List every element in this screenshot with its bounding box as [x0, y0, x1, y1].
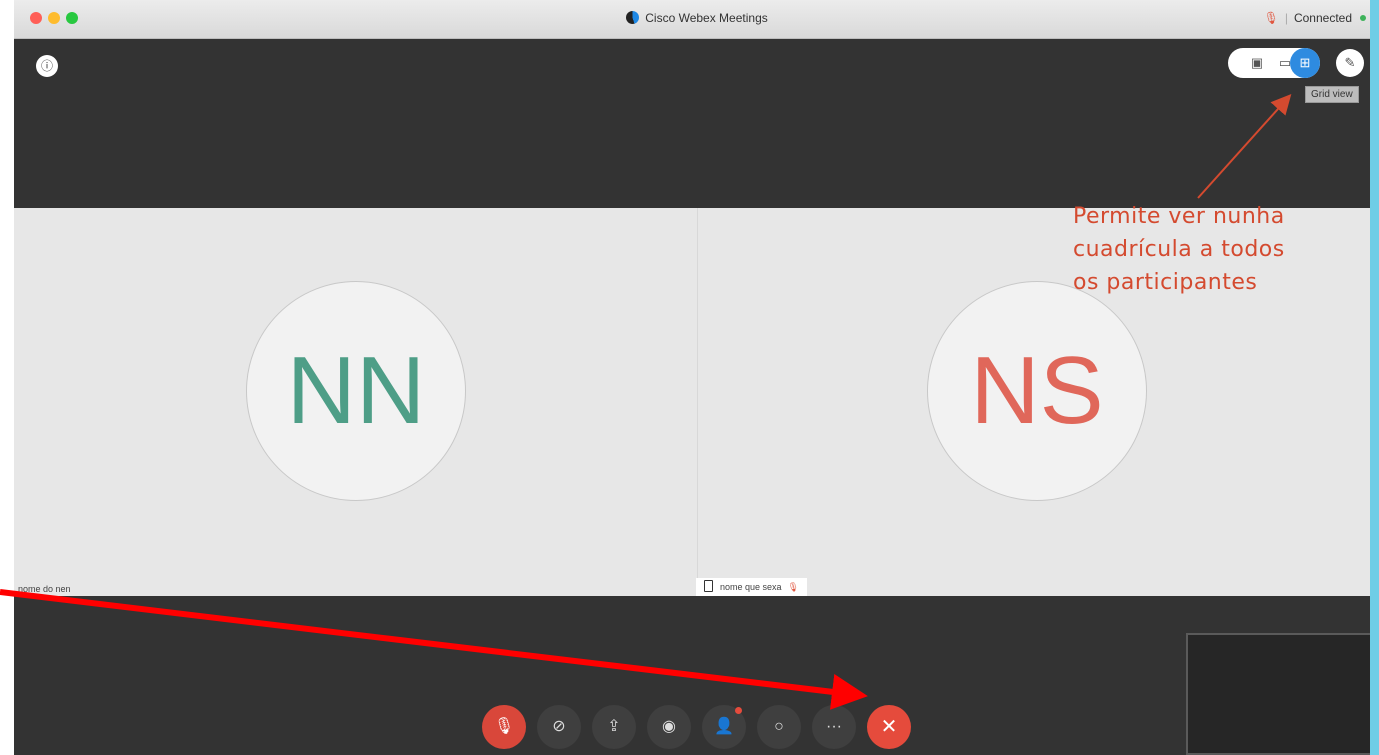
connection-status-label: Connected — [1293, 11, 1352, 25]
chat-icon: ○ — [774, 718, 784, 735]
share-button[interactable]: ⇪ — [592, 705, 636, 749]
info-icon: ⓘ — [40, 59, 53, 73]
leave-meeting-button[interactable]: ✕ — [867, 705, 911, 749]
info-button[interactable]: ⓘ — [36, 55, 58, 77]
grid-divider — [697, 208, 698, 596]
window-title: Cisco Webex Meetings — [14, 11, 1379, 25]
participant-name-label: nome do nen — [18, 584, 71, 594]
grid-view-button[interactable]: ⊞ — [1290, 48, 1320, 78]
video-button[interactable]: ⊘ — [537, 705, 581, 749]
annotation-line: os participantes — [1073, 270, 1258, 295]
participant-avatar-nn: NN — [246, 281, 466, 501]
mute-button[interactable]: 🎙 — [482, 705, 526, 749]
participants-button[interactable]: 👤 — [702, 705, 746, 749]
mic-muted-icon: 🎙 — [493, 718, 515, 735]
annotation-line: Permite ver nunha — [1073, 204, 1285, 229]
more-icon: ··· — [826, 718, 842, 735]
close-icon: ✕ — [880, 716, 898, 738]
self-view-video[interactable] — [1186, 633, 1379, 755]
notification-badge — [735, 707, 742, 714]
decorative-side-band — [1370, 0, 1379, 755]
participant-avatar-ns: NS — [927, 281, 1147, 501]
record-button[interactable]: ◉ — [647, 705, 691, 749]
participants-icon: 👤 — [714, 718, 734, 735]
annotation-line: cuadrícula a todos — [1073, 237, 1285, 262]
more-options-button[interactable]: ··· — [812, 705, 856, 749]
mic-muted-icon: 🎙 — [1263, 11, 1279, 25]
connection-status: 🎙 | Connected — [1264, 11, 1366, 25]
chat-button[interactable]: ○ — [757, 705, 801, 749]
webex-window: Cisco Webex Meetings 🎙 | Connected ⓘ ▣ ▭ ⊞… — [14, 0, 1379, 755]
status-dot-icon — [1360, 15, 1366, 21]
pencil-icon: ✎ — [1344, 55, 1356, 70]
pip-view-button[interactable]: ▣ — [1242, 48, 1272, 78]
phone-device-icon — [704, 580, 713, 592]
layout-switcher: ▣ ▭ ⊞ — [1228, 48, 1320, 78]
webex-logo-icon — [626, 11, 640, 24]
pip-view-icon: ▣ — [1250, 55, 1264, 70]
annotation-callout: Permite ver nunha cuadrícula a todos os … — [1073, 200, 1333, 299]
grid-view-tooltip: Grid view — [1305, 86, 1359, 103]
grid-view-icon: ⊞ — [1299, 55, 1311, 70]
share-icon: ⇪ — [607, 718, 621, 735]
video-off-icon: ⊘ — [552, 718, 566, 735]
annotate-button[interactable]: ✎ — [1336, 49, 1364, 77]
participant-name-label: nome que sexa 🎙 — [696, 578, 807, 596]
title-bar: Cisco Webex Meetings 🎙 | Connected — [14, 0, 1379, 39]
mic-muted-icon: 🎙 — [787, 582, 799, 592]
record-icon: ◉ — [662, 718, 676, 735]
